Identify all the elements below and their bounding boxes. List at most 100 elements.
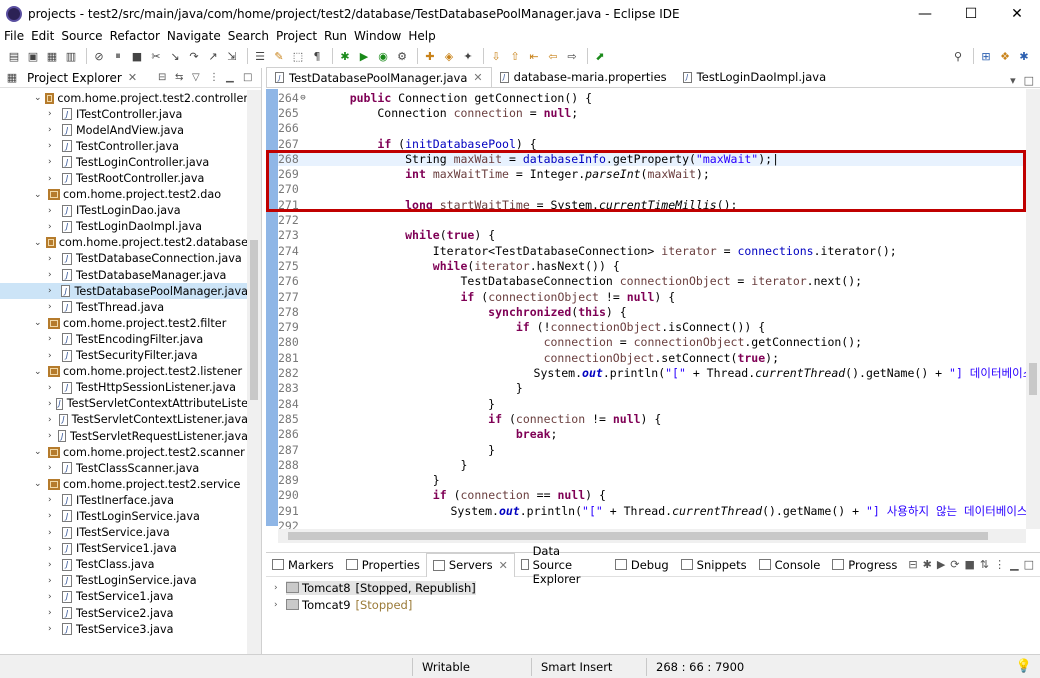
project-explorer-tab[interactable]: ▦ Project Explorer ✕ ⊟ ⇆ ▽ ⋮ ▁ □: [0, 68, 261, 88]
server-row[interactable]: › Tomcat9 [Stopped]: [266, 596, 1040, 613]
expand-chevron-icon[interactable]: ›: [48, 157, 60, 167]
restart-server-icon[interactable]: ⟳: [950, 558, 959, 571]
expand-chevron-icon[interactable]: ›: [48, 560, 60, 570]
lightbulb-icon[interactable]: 💡: [1016, 659, 1032, 674]
minimize-view-icon[interactable]: ▁: [226, 72, 240, 83]
file-node[interactable]: › J ITestInerface.java: [0, 492, 248, 508]
bottom-tab-debug[interactable]: Debug: [609, 553, 675, 577]
file-node[interactable]: › J ModelAndView.java: [0, 122, 248, 138]
code-line[interactable]: 285 if (connection != null) {: [278, 411, 1023, 426]
file-node[interactable]: › J ITestService.java: [0, 525, 248, 541]
expand-chevron-icon[interactable]: ›: [48, 415, 57, 425]
step-into-icon[interactable]: ↘: [167, 48, 183, 64]
last-edit-location-icon[interactable]: ⇤: [526, 48, 542, 64]
start-server-icon[interactable]: ▶: [937, 558, 945, 571]
code-line[interactable]: 276 TestDatabaseConnection connectionObj…: [278, 274, 1023, 289]
bottom-tab-snippets[interactable]: Snippets: [675, 553, 753, 577]
debug-server-icon[interactable]: ✱: [923, 558, 932, 571]
code-line[interactable]: 275 while(iterator.hasNext()) {: [278, 258, 1023, 273]
explorer-scroll-thumb[interactable]: [250, 240, 258, 400]
code-line[interactable]: 266: [278, 121, 1023, 136]
code-line[interactable]: 277 if (connectionObject != null) {: [278, 289, 1023, 304]
view-menu-icon[interactable]: ▾: [1010, 74, 1016, 87]
server-entry[interactable]: Tomcat9 [Stopped]: [286, 598, 412, 612]
file-node[interactable]: › J TestThread.java: [0, 299, 248, 315]
link-editor-icon[interactable]: ⇆: [175, 72, 189, 83]
expand-chevron-icon[interactable]: ›: [48, 141, 60, 151]
expand-chevron-icon[interactable]: ›: [48, 302, 60, 312]
code-line[interactable]: 264 ⊖ public Connection getConnection() {: [278, 90, 1023, 105]
expanded-chevron-icon[interactable]: ⌄: [34, 447, 46, 457]
search-icon[interactable]: ⚲: [950, 48, 966, 64]
expanded-chevron-icon[interactable]: ⌄: [34, 238, 44, 248]
expand-chevron-icon[interactable]: ›: [48, 624, 60, 634]
package-node[interactable]: ⌄ com.home.project.test2.database: [0, 235, 248, 251]
code-line[interactable]: 265 Connection connection = null;: [278, 105, 1023, 120]
step-return-icon[interactable]: ↗: [205, 48, 221, 64]
expand-chevron-icon[interactable]: ›: [48, 528, 60, 538]
file-node[interactable]: › J TestController.java: [0, 138, 248, 154]
file-node[interactable]: › J TestService3.java: [0, 621, 248, 637]
code-line[interactable]: 284 }: [278, 396, 1023, 411]
code-line[interactable]: 278 synchronized(this) {: [278, 304, 1023, 319]
maximize-view-icon[interactable]: □: [1024, 558, 1034, 571]
bottom-tab-markers[interactable]: Markers: [266, 553, 340, 577]
file-node[interactable]: › J TestLoginService.java: [0, 573, 248, 589]
server-row[interactable]: › Tomcat8 [Stopped, Republish]: [266, 579, 1040, 596]
expand-chevron-icon[interactable]: ›: [48, 463, 60, 473]
next-annotation-icon[interactable]: ⇩: [488, 48, 504, 64]
back-icon[interactable]: ⇦: [545, 48, 561, 64]
code-line[interactable]: 288 }: [278, 457, 1023, 472]
file-node[interactable]: › J TestDatabaseConnection.java: [0, 251, 248, 267]
expand-chevron-icon[interactable]: ›: [274, 600, 286, 610]
menu-edit[interactable]: Edit: [31, 29, 54, 43]
drop-to-frame-icon[interactable]: ⇲: [224, 48, 240, 64]
close-button[interactable]: ✕: [994, 0, 1040, 28]
package-node[interactable]: ⌄ com.home.project.test2.listener: [0, 364, 248, 380]
menu-project[interactable]: Project: [276, 29, 317, 43]
expanded-chevron-icon[interactable]: ⌄: [34, 190, 46, 200]
coverage-icon[interactable]: ◉: [375, 48, 391, 64]
file-node[interactable]: › J TestServletContextAttributeListe: [0, 396, 248, 412]
code-line[interactable]: 274 Iterator<TestDatabaseConnection> ite…: [278, 243, 1023, 258]
code-line[interactable]: 286 break;: [278, 427, 1023, 442]
editor-tab[interactable]: Jdatabase-maria.properties: [492, 67, 675, 87]
menu-window[interactable]: Window: [354, 29, 401, 43]
package-node[interactable]: ⌄ com.home.project.test2.scanner: [0, 444, 248, 460]
package-node[interactable]: ⌄ com.home.project.test2.controller: [0, 90, 248, 106]
open-type-icon[interactable]: ◈: [441, 48, 457, 64]
editor-vertical-scrollbar[interactable]: [1026, 89, 1040, 529]
java-ee-perspective-icon[interactable]: ❖: [997, 48, 1013, 64]
toggle-breadcrumb-icon[interactable]: ☰: [252, 48, 268, 64]
expand-chevron-icon[interactable]: ›: [48, 431, 56, 441]
code-line[interactable]: 290 if (connection == null) {: [278, 488, 1023, 503]
view-menu-icon[interactable]: ⋮: [994, 558, 1005, 571]
block-selection-icon[interactable]: ⬚: [290, 48, 306, 64]
collapse-icon[interactable]: ⊟: [908, 558, 917, 571]
debug-icon[interactable]: ✱: [337, 48, 353, 64]
code-line[interactable]: 279 if (!connectionObject.isConnect()) {: [278, 320, 1023, 335]
package-node[interactable]: ⌄ com.home.project.test2.dao: [0, 187, 248, 203]
print-icon[interactable]: ▥: [63, 48, 79, 64]
maximize-button[interactable]: ☐: [948, 0, 994, 28]
menu-search[interactable]: Search: [228, 29, 269, 43]
file-node[interactable]: › J TestService1.java: [0, 589, 248, 605]
server-entry[interactable]: Tomcat8 [Stopped, Republish]: [286, 580, 476, 595]
expand-chevron-icon[interactable]: ›: [48, 592, 60, 602]
maximize-view-icon[interactable]: □: [243, 72, 257, 83]
close-icon[interactable]: ✕: [473, 71, 482, 84]
previous-annotation-icon[interactable]: ⇧: [507, 48, 523, 64]
bottom-tab-data-source-explorer[interactable]: Data Source Explorer: [515, 544, 609, 586]
expand-chevron-icon[interactable]: ›: [48, 544, 60, 554]
file-node[interactable]: › J TestLoginController.java: [0, 154, 248, 170]
expand-chevron-icon[interactable]: ›: [48, 286, 59, 296]
minimize-button[interactable]: —: [902, 0, 948, 28]
run-icon[interactable]: ▶: [356, 48, 372, 64]
code-line[interactable]: 291 System.out.println("[" + Thread.curr…: [278, 503, 1040, 518]
open-perspective-icon[interactable]: ⊞: [978, 48, 994, 64]
skip-breakpoints-icon[interactable]: ⊘: [91, 48, 107, 64]
file-node[interactable]: › J ITestLoginDao.java: [0, 203, 248, 219]
disconnect-icon[interactable]: ✂: [148, 48, 164, 64]
expanded-chevron-icon[interactable]: ⌄: [34, 318, 46, 328]
code-line[interactable]: 282 System.out.println("[" + Thread.curr…: [278, 365, 1033, 380]
